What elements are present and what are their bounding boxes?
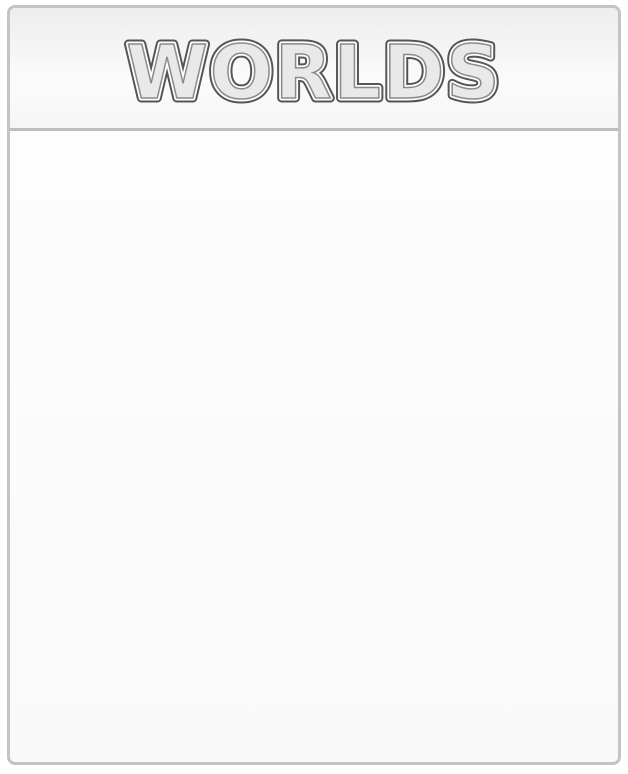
- panel-header: WORLDS WORLDS WORLDS: [10, 8, 618, 131]
- panel-title: WORLDS WORLDS WORLDS: [10, 8, 618, 128]
- worlds-panel: WORLDS WORLDS WORLDS: [7, 5, 621, 765]
- worlds-list-area[interactable]: [10, 131, 618, 762]
- title-text: WORLDS: [126, 30, 501, 116]
